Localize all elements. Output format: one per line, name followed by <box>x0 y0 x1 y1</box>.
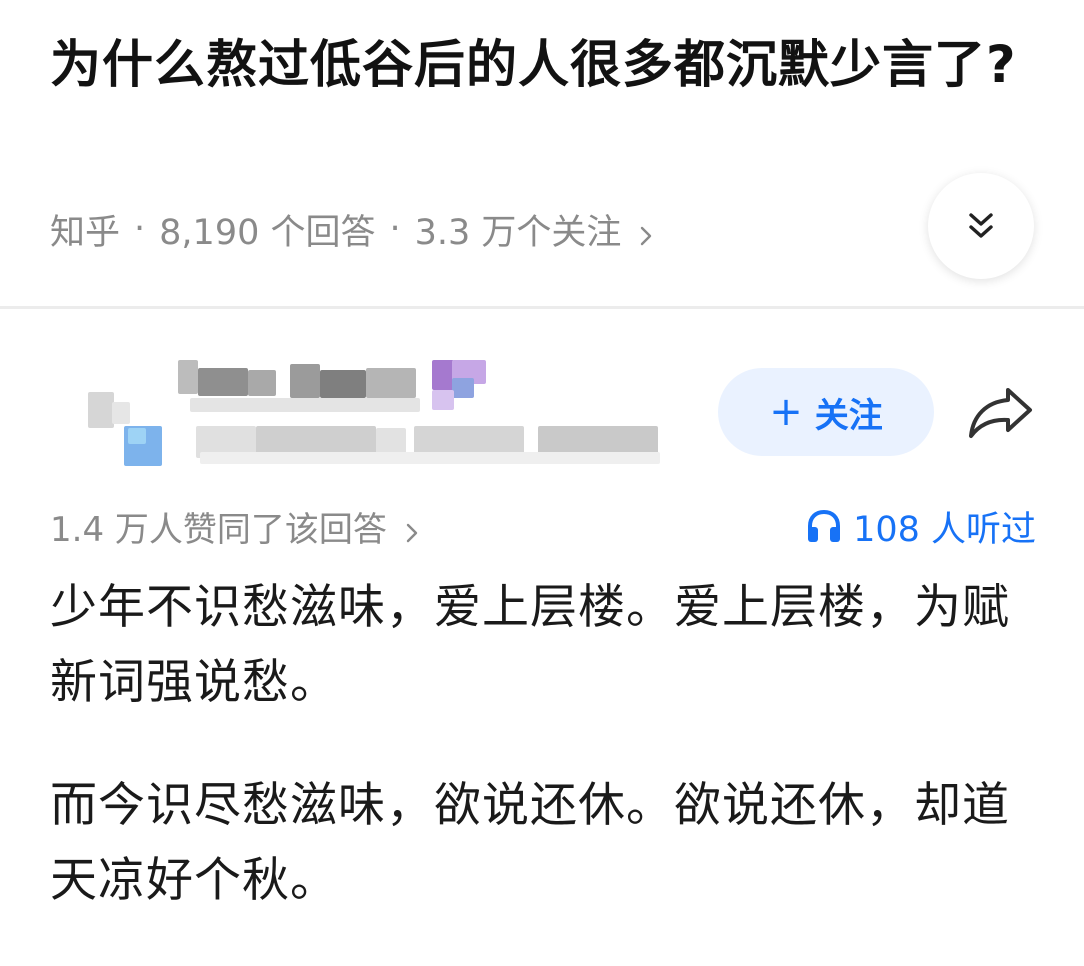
question-meta[interactable]: 知乎 · 8,190 个回答 · 3.3 万个关注 <box>50 203 655 255</box>
double-chevron-down-icon <box>969 213 993 238</box>
listen-button[interactable]: 108 人听过 <box>805 500 1036 552</box>
answer-content[interactable]: 少年不识愁滋味，爱上层楼。爱上层楼，为赋新词强说愁。 而今识尽愁滋味，欲说还休。… <box>50 570 1040 966</box>
follow-button[interactable]: + 关注 <box>718 368 934 456</box>
answer-stats: 1.4 万人赞同了该回答 108 人听过 <box>50 500 1036 552</box>
chevron-right-icon <box>403 514 421 543</box>
upvote-summary[interactable]: 1.4 万人赞同了该回答 <box>50 500 421 552</box>
answer-paragraph: 少年不识愁滋味，爱上层楼。爱上层楼，为赋新词强说愁。 <box>50 580 1010 710</box>
source-label: 知乎 <box>50 212 121 253</box>
share-arrow-icon[interactable] <box>962 380 1038 444</box>
author-row: + 关注 <box>0 340 1084 480</box>
expand-question-button[interactable] <box>928 173 1034 279</box>
question-header: 为什么熬过低谷后的人很多都沉默少言了? 知乎 · 8,190 个回答 · 3.3… <box>0 0 1084 306</box>
listen-count: 108 人听过 <box>853 509 1036 550</box>
chevron-right-icon <box>637 217 655 246</box>
section-divider <box>0 306 1084 309</box>
follower-count: 3.3 万个关注 <box>414 212 622 253</box>
answer-count: 8,190 个回答 <box>159 212 376 253</box>
follow-label: 关注 <box>814 395 883 436</box>
question-title[interactable]: 为什么熬过低谷后的人很多都沉默少言了? <box>50 28 1040 104</box>
meta-separator: · <box>389 209 401 249</box>
headphones-icon <box>808 509 841 542</box>
answer-paragraph: 而今识尽愁滋味，欲说还休。欲说还休，却道天凉好个秋。 <box>50 778 1010 908</box>
meta-separator: · <box>134 209 146 249</box>
plus-icon: + <box>769 389 803 435</box>
upvote-summary-text: 1.4 万人赞同了该回答 <box>50 509 387 550</box>
